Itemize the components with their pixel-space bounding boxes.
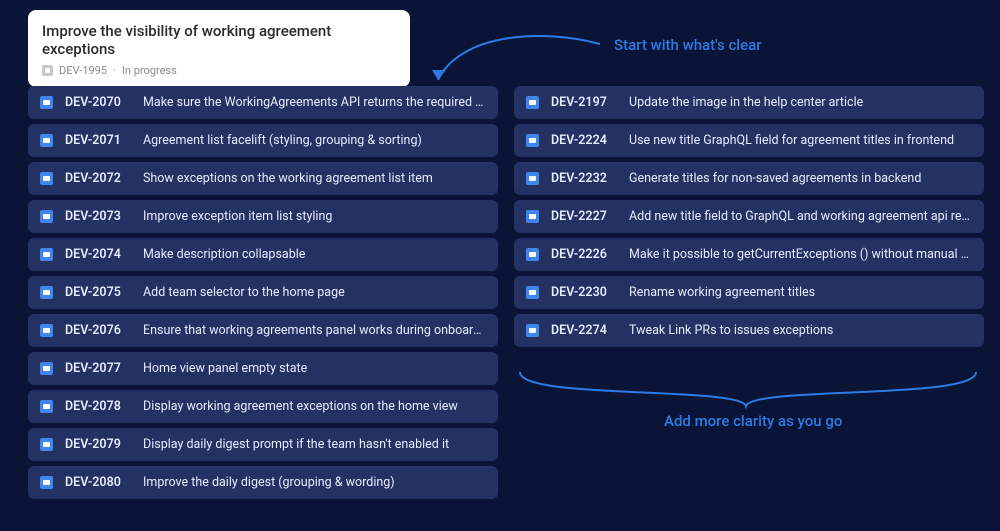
ticket-title: Generate titles for non-saved agreements… bbox=[629, 171, 921, 186]
epic-meta: DEV-1995 · In progress bbox=[42, 64, 396, 77]
ticket-id: DEV-2072 bbox=[65, 171, 131, 186]
epic-id: DEV-1995 bbox=[59, 64, 107, 77]
ticket-title: Display daily digest prompt if the team … bbox=[143, 437, 449, 452]
ticket-row[interactable]: DEV-2074 Make description collapsable bbox=[28, 238, 498, 271]
ticket-title: Improve exception item list styling bbox=[143, 209, 332, 224]
story-icon bbox=[526, 248, 539, 261]
story-icon bbox=[40, 134, 53, 147]
story-icon bbox=[40, 362, 53, 375]
ticket-id: DEV-2075 bbox=[65, 285, 131, 300]
ticket-row[interactable]: DEV-2078 Display working agreement except… bbox=[28, 390, 498, 423]
ticket-title: Use new title GraphQL field for agreemen… bbox=[629, 133, 954, 148]
ticket-title: Make sure the WorkingAgreements API retu… bbox=[143, 95, 486, 110]
story-icon bbox=[40, 172, 53, 185]
ticket-row[interactable]: DEV-2077 Home view panel empty state bbox=[28, 352, 498, 385]
ticket-title: Display working agreement exceptions on … bbox=[143, 399, 458, 414]
ticket-id: DEV-2080 bbox=[65, 475, 131, 490]
story-icon bbox=[40, 438, 53, 451]
ticket-id: DEV-2230 bbox=[551, 285, 617, 300]
ticket-title: Make it possible to getCurrentExceptions… bbox=[629, 247, 972, 262]
story-icon bbox=[40, 400, 53, 413]
story-icon bbox=[526, 96, 539, 109]
ticket-id: DEV-2078 bbox=[65, 399, 131, 414]
ticket-id: DEV-2074 bbox=[65, 247, 131, 262]
ticket-title: Add team selector to the home page bbox=[143, 285, 345, 300]
ticket-row[interactable]: DEV-2072 Show exceptions on the working a… bbox=[28, 162, 498, 195]
ticket-title: Improve the daily digest (grouping & wor… bbox=[143, 475, 395, 490]
ticket-row[interactable]: DEV-2224 Use new title GraphQL field for … bbox=[514, 124, 984, 157]
story-icon bbox=[526, 134, 539, 147]
ticket-title: Home view panel empty state bbox=[143, 361, 307, 376]
story-icon bbox=[40, 476, 53, 489]
story-icon bbox=[40, 248, 53, 261]
story-icon bbox=[40, 324, 53, 337]
ticket-id: DEV-2227 bbox=[551, 209, 617, 224]
ticket-title: Show exceptions on the working agreement… bbox=[143, 171, 433, 186]
ticket-title: Ensure that working agreements panel wor… bbox=[143, 323, 486, 338]
meta-separator: · bbox=[113, 64, 116, 77]
ticket-row[interactable]: DEV-2076 Ensure that working agreements p… bbox=[28, 314, 498, 347]
ticket-title: Rename working agreement titles bbox=[629, 285, 815, 300]
story-icon bbox=[526, 210, 539, 223]
epic-title: Improve the visibility of working agreem… bbox=[42, 22, 396, 58]
ticket-id: DEV-2226 bbox=[551, 247, 617, 262]
story-icon bbox=[40, 286, 53, 299]
ticket-row[interactable]: DEV-2226 Make it possible to getCurrentEx… bbox=[514, 238, 984, 271]
ticket-id: DEV-2079 bbox=[65, 437, 131, 452]
ticket-id: DEV-2224 bbox=[551, 133, 617, 148]
ticket-id: DEV-2071 bbox=[65, 133, 131, 148]
epic-header-card[interactable]: Improve the visibility of working agreem… bbox=[28, 10, 410, 87]
ticket-title: Make description collapsable bbox=[143, 247, 305, 262]
ticket-row[interactable]: DEV-2075 Add team selector to the home pa… bbox=[28, 276, 498, 309]
epic-status: In progress bbox=[122, 64, 177, 77]
ticket-title: Update the image in the help center arti… bbox=[629, 95, 863, 110]
ticket-id: DEV-2274 bbox=[551, 323, 617, 338]
ticket-row[interactable]: DEV-2080 Improve the daily digest (groupi… bbox=[28, 466, 498, 499]
ticket-row[interactable]: DEV-2230 Rename working agreement titles bbox=[514, 276, 984, 309]
ticket-id: DEV-2232 bbox=[551, 171, 617, 186]
ticket-row[interactable]: DEV-2070 Make sure the WorkingAgreements … bbox=[28, 86, 498, 119]
ticket-id: DEV-2197 bbox=[551, 95, 617, 110]
ticket-row[interactable]: DEV-2071 Agreement list facelift (styling… bbox=[28, 124, 498, 157]
ticket-title: Add new title field to GraphQL and worki… bbox=[629, 209, 972, 224]
ticket-id: DEV-2070 bbox=[65, 95, 131, 110]
annotation-top: Start with what's clear bbox=[614, 36, 762, 54]
ticket-row[interactable]: DEV-2232 Generate titles for non-saved ag… bbox=[514, 162, 984, 195]
ticket-id: DEV-2076 bbox=[65, 323, 131, 338]
story-icon bbox=[526, 286, 539, 299]
story-icon bbox=[526, 172, 539, 185]
ticket-column-right: DEV-2197 Update the image in the help cen… bbox=[514, 86, 984, 499]
ticket-row[interactable]: DEV-2197 Update the image in the help cen… bbox=[514, 86, 984, 119]
ticket-title: Agreement list facelift (styling, groupi… bbox=[143, 133, 422, 148]
story-icon bbox=[40, 96, 53, 109]
ticket-row[interactable]: DEV-2079 Display daily digest prompt if t… bbox=[28, 428, 498, 461]
ticket-id: DEV-2073 bbox=[65, 209, 131, 224]
story-icon bbox=[40, 210, 53, 223]
ticket-row[interactable]: DEV-2227 Add new title field to GraphQL a… bbox=[514, 200, 984, 233]
ticket-row[interactable]: DEV-2274 Tweak Link PRs to issues excepti… bbox=[514, 314, 984, 347]
story-icon bbox=[526, 324, 539, 337]
ticket-row[interactable]: DEV-2073 Improve exception item list styl… bbox=[28, 200, 498, 233]
ticket-columns: DEV-2070 Make sure the WorkingAgreements … bbox=[28, 86, 984, 499]
ticket-title: Tweak Link PRs to issues exceptions bbox=[629, 323, 833, 338]
epic-icon bbox=[42, 65, 53, 76]
ticket-column-left: DEV-2070 Make sure the WorkingAgreements … bbox=[28, 86, 498, 499]
ticket-id: DEV-2077 bbox=[65, 361, 131, 376]
